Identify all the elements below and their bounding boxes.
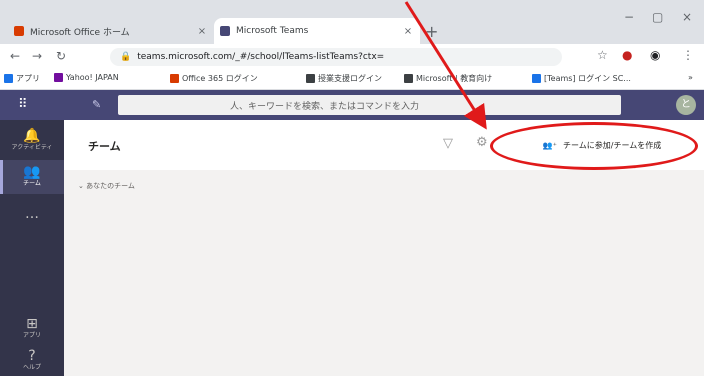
- annotation-arrow: [404, 1, 487, 130]
